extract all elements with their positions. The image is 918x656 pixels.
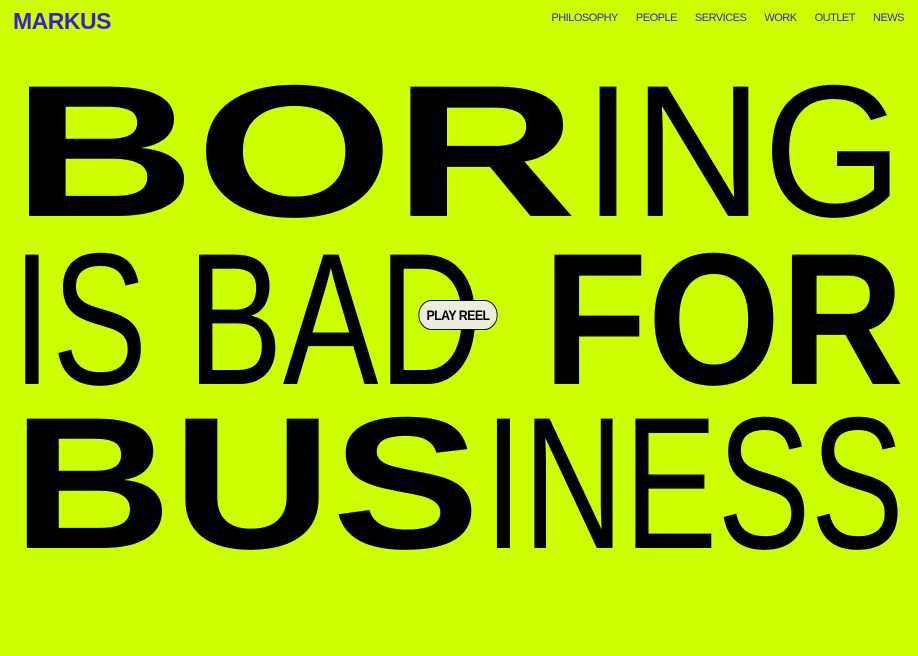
hero-line3-light: INESS — [484, 378, 904, 588]
hero-line3-bold: BUS — [12, 378, 480, 588]
play-reel-button[interactable]: PLAY REEL — [418, 300, 498, 330]
